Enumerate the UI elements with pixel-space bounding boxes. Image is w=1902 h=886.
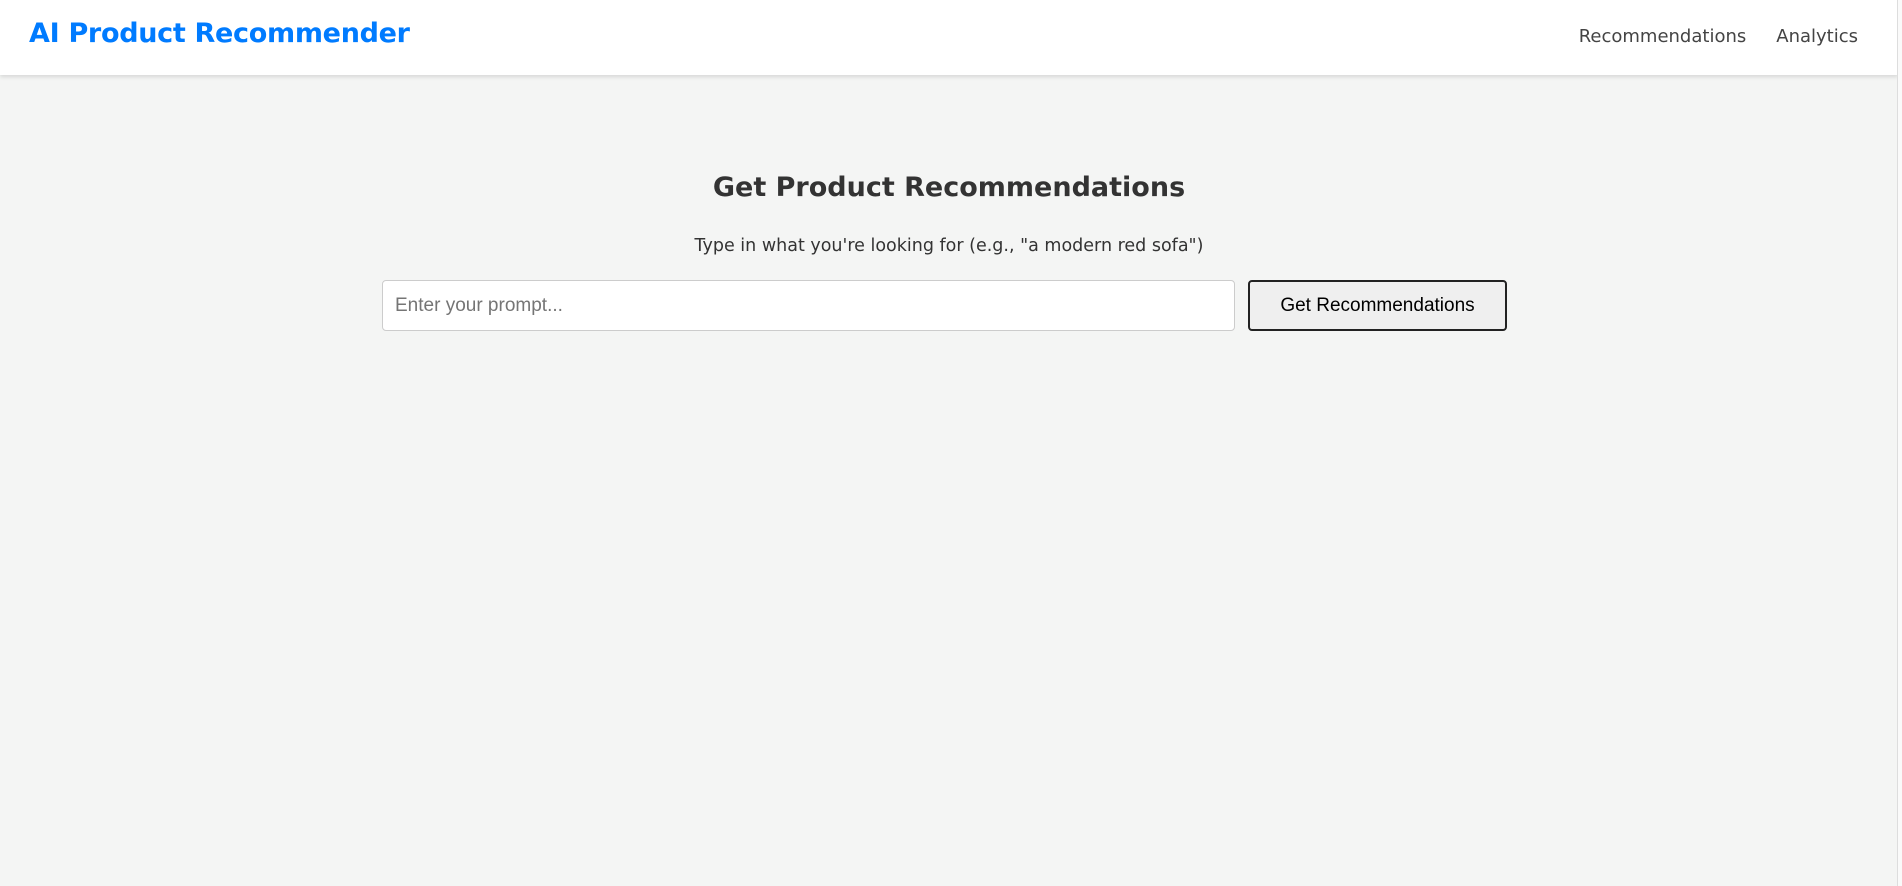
page-subtitle: Type in what you're looking for (e.g., "… [694, 236, 1204, 256]
brand-logo[interactable]: AI Product Recommender [29, 18, 410, 49]
get-recommendations-button[interactable]: Get Recommendations [1248, 280, 1507, 331]
nav-link-analytics[interactable]: Analytics [1776, 26, 1858, 47]
vertical-scrollbar[interactable] [1897, 0, 1902, 886]
prompt-input[interactable] [382, 280, 1235, 331]
main-nav: Recommendations Analytics [1579, 26, 1858, 47]
top-navbar: AI Product Recommender Recommendations A… [0, 0, 1898, 75]
page-title: Get Product Recommendations [712, 172, 1186, 203]
nav-link-recommendations[interactable]: Recommendations [1579, 26, 1747, 47]
